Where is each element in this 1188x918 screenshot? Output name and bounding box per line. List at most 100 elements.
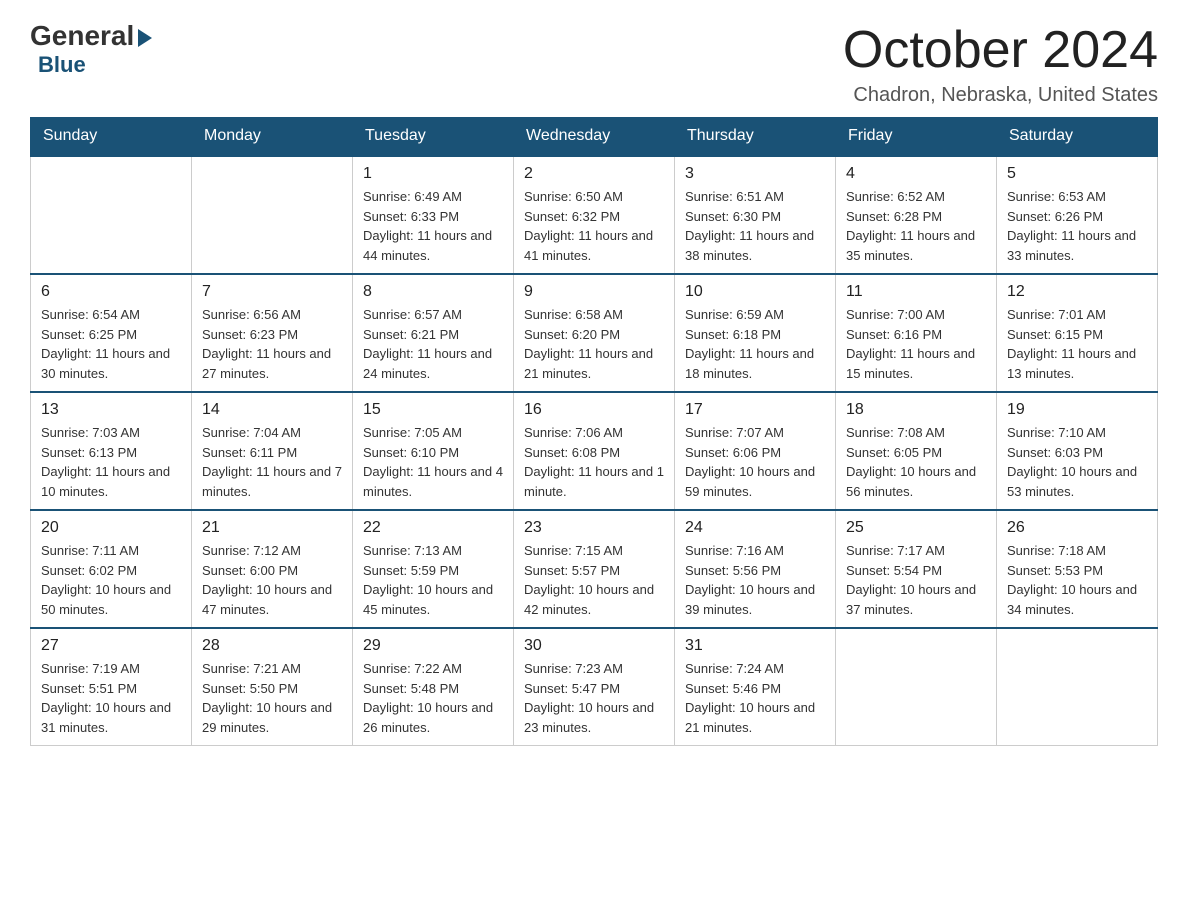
sunset-text: Sunset: 6:11 PM — [202, 445, 297, 460]
table-row: 24 Sunrise: 7:16 AMSunset: 5:56 PMDayligh… — [675, 510, 836, 628]
sunset-text: Sunset: 5:46 PM — [685, 681, 781, 696]
day-info: Sunrise: 7:03 AMSunset: 6:13 PMDaylight:… — [41, 423, 181, 501]
header-monday: Monday — [192, 117, 353, 156]
header-tuesday: Tuesday — [353, 117, 514, 156]
day-info: Sunrise: 7:16 AMSunset: 5:56 PMDaylight:… — [685, 541, 825, 619]
daylight-text: Daylight: 11 hours and 21 minutes. — [524, 346, 653, 381]
day-number: 14 — [202, 401, 342, 419]
table-row: 3Sunrise: 6:51 AMSunset: 6:30 PMDaylight… — [675, 156, 836, 274]
day-number: 6 — [41, 283, 181, 301]
sunrise-text: Sunrise: 7:21 AM — [202, 661, 301, 676]
table-row: 14Sunrise: 7:04 AMSunset: 6:11 PMDayligh… — [192, 392, 353, 510]
sunset-text: Sunset: 6:10 PM — [363, 445, 459, 460]
day-number: 21 — [202, 519, 342, 537]
day-number: 27 — [41, 637, 181, 655]
sunset-text: Sunset: 6:25 PM — [41, 327, 137, 342]
day-number: 29 — [363, 637, 503, 655]
sunrise-text: Sunrise: 6:52 AM — [846, 189, 945, 204]
calendar-table: SundayMondayTuesdayWednesdayThursdayFrid… — [30, 117, 1158, 746]
table-row: 18Sunrise: 7:08 AMSunset: 6:05 PMDayligh… — [836, 392, 997, 510]
day-number: 5 — [1007, 165, 1147, 183]
daylight-text: Daylight: 11 hours and 38 minutes. — [685, 228, 814, 263]
day-number: 11 — [846, 283, 986, 301]
sunset-text: Sunset: 5:54 PM — [846, 563, 942, 578]
day-number: 16 — [524, 401, 664, 419]
day-info: Sunrise: 7:12 AMSunset: 6:00 PMDaylight:… — [202, 541, 342, 619]
sunrise-text: Sunrise: 7:00 AM — [846, 307, 945, 322]
sunrise-text: Sunrise: 7:03 AM — [41, 425, 140, 440]
header-friday: Friday — [836, 117, 997, 156]
table-row: 23Sunrise: 7:15 AMSunset: 5:57 PMDayligh… — [514, 510, 675, 628]
table-row: 12Sunrise: 7:01 AMSunset: 6:15 PMDayligh… — [997, 274, 1158, 392]
day-number: 26 — [1007, 519, 1147, 537]
day-number: 20 — [41, 519, 181, 537]
sunset-text: Sunset: 6:21 PM — [363, 327, 459, 342]
day-info: Sunrise: 6:58 AMSunset: 6:20 PMDaylight:… — [524, 305, 664, 383]
table-row: 8Sunrise: 6:57 AMSunset: 6:21 PMDaylight… — [353, 274, 514, 392]
header-saturday: Saturday — [997, 117, 1158, 156]
day-info: Sunrise: 7:05 AMSunset: 6:10 PMDaylight:… — [363, 423, 503, 501]
table-row: 27Sunrise: 7:19 AMSunset: 5:51 PMDayligh… — [31, 628, 192, 746]
table-row: 22Sunrise: 7:13 AMSunset: 5:59 PMDayligh… — [353, 510, 514, 628]
day-info: Sunrise: 6:59 AMSunset: 6:18 PMDaylight:… — [685, 305, 825, 383]
sunset-text: Sunset: 6:08 PM — [524, 445, 620, 460]
table-row: 25Sunrise: 7:17 AMSunset: 5:54 PMDayligh… — [836, 510, 997, 628]
day-number: 2 — [524, 165, 664, 183]
logo-general-text: General — [30, 20, 134, 52]
daylight-text: Daylight: 11 hours and 33 minutes. — [1007, 228, 1136, 263]
sunrise-text: Sunrise: 7:17 AM — [846, 543, 945, 558]
day-info: Sunrise: 7:00 AMSunset: 6:16 PMDaylight:… — [846, 305, 986, 383]
table-row: 2Sunrise: 6:50 AMSunset: 6:32 PMDaylight… — [514, 156, 675, 274]
day-info: Sunrise: 7:21 AMSunset: 5:50 PMDaylight:… — [202, 659, 342, 737]
day-info: Sunrise: 7:11 AMSunset: 6:02 PMDaylight:… — [41, 541, 181, 619]
sunrise-text: Sunrise: 7:04 AM — [202, 425, 301, 440]
day-number: 13 — [41, 401, 181, 419]
day-number: 8 — [363, 283, 503, 301]
day-info: Sunrise: 7:04 AMSunset: 6:11 PMDaylight:… — [202, 423, 342, 501]
sunrise-text: Sunrise: 6:50 AM — [524, 189, 623, 204]
daylight-text: Daylight: 10 hours and 23 minutes. — [524, 700, 654, 735]
sunrise-text: Sunrise: 7:08 AM — [846, 425, 945, 440]
sunrise-text: Sunrise: 7:10 AM — [1007, 425, 1106, 440]
week-row-3: 13Sunrise: 7:03 AMSunset: 6:13 PMDayligh… — [31, 392, 1158, 510]
sunrise-text: Sunrise: 7:05 AM — [363, 425, 462, 440]
table-row: 15Sunrise: 7:05 AMSunset: 6:10 PMDayligh… — [353, 392, 514, 510]
table-row: 19Sunrise: 7:10 AMSunset: 6:03 PMDayligh… — [997, 392, 1158, 510]
day-info: Sunrise: 7:17 AMSunset: 5:54 PMDaylight:… — [846, 541, 986, 619]
day-number: 25 — [846, 519, 986, 537]
sunset-text: Sunset: 6:15 PM — [1007, 327, 1103, 342]
day-number: 24 — [685, 519, 825, 537]
day-number: 7 — [202, 283, 342, 301]
day-number: 22 — [363, 519, 503, 537]
table-row: 20 Sunrise: 7:11 AMSunset: 6:02 PMDayligh… — [31, 510, 192, 628]
sunrise-text: Sunrise: 6:51 AM — [685, 189, 784, 204]
sunset-text: Sunset: 6:05 PM — [846, 445, 942, 460]
sunset-text: Sunset: 5:48 PM — [363, 681, 459, 696]
day-info: Sunrise: 6:50 AMSunset: 6:32 PMDaylight:… — [524, 187, 664, 265]
daylight-text: Daylight: 11 hours and 35 minutes. — [846, 228, 975, 263]
sunset-text: Sunset: 6:32 PM — [524, 209, 620, 224]
week-row-1: 1Sunrise: 6:49 AMSunset: 6:33 PMDaylight… — [31, 156, 1158, 274]
daylight-text: Daylight: 10 hours and 26 minutes. — [363, 700, 493, 735]
sunset-text: Sunset: 6:00 PM — [202, 563, 298, 578]
table-row — [997, 628, 1158, 746]
sunset-text: Sunset: 5:59 PM — [363, 563, 459, 578]
day-info: Sunrise: 7:24 AMSunset: 5:46 PMDaylight:… — [685, 659, 825, 737]
table-row — [192, 156, 353, 274]
daylight-text: Daylight: 10 hours and 47 minutes. — [202, 582, 332, 617]
day-number: 31 — [685, 637, 825, 655]
day-info: Sunrise: 7:08 AMSunset: 6:05 PMDaylight:… — [846, 423, 986, 501]
day-info: Sunrise: 6:52 AMSunset: 6:28 PMDaylight:… — [846, 187, 986, 265]
sunset-text: Sunset: 6:02 PM — [41, 563, 137, 578]
day-number: 15 — [363, 401, 503, 419]
daylight-text: Daylight: 11 hours and 15 minutes. — [846, 346, 975, 381]
table-row: 1Sunrise: 6:49 AMSunset: 6:33 PMDaylight… — [353, 156, 514, 274]
sunset-text: Sunset: 6:13 PM — [41, 445, 137, 460]
sunrise-text: Sunrise: 6:58 AM — [524, 307, 623, 322]
sunrise-text: Sunrise: 6:54 AM — [41, 307, 140, 322]
day-number: 30 — [524, 637, 664, 655]
week-row-5: 27Sunrise: 7:19 AMSunset: 5:51 PMDayligh… — [31, 628, 1158, 746]
daylight-text: Daylight: 11 hours and 44 minutes. — [363, 228, 492, 263]
table-row: 16Sunrise: 7:06 AMSunset: 6:08 PMDayligh… — [514, 392, 675, 510]
table-row: 21 Sunrise: 7:12 AMSunset: 6:00 PMDayligh… — [192, 510, 353, 628]
